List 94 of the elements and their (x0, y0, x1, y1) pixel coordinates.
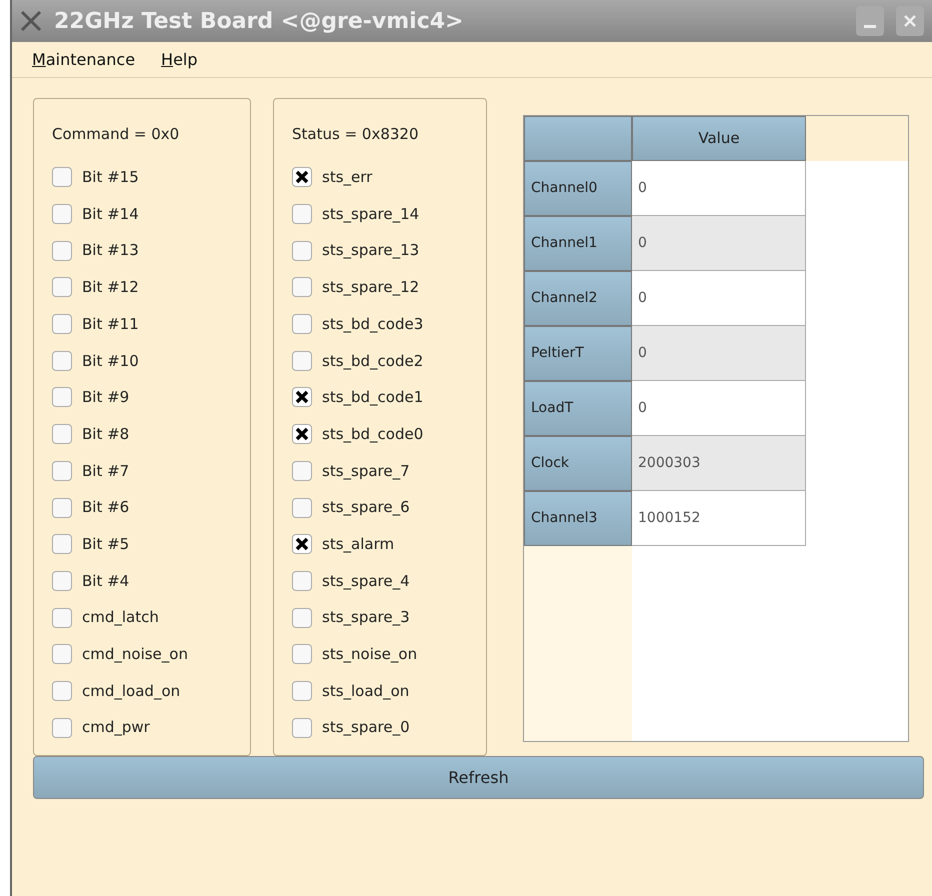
menu-item[interactable]: Help (161, 48, 198, 72)
checkbox[interactable] (52, 350, 72, 371)
table-cell: 0 (632, 271, 806, 326)
cross-mark-icon (295, 170, 309, 184)
checkbox-label: cmd_load_on (82, 680, 180, 702)
checkbox-label: Bit #5 (82, 534, 130, 555)
checkbox[interactable] (52, 534, 72, 554)
minimize-icon (864, 25, 876, 28)
checkbox-label: sts_err (322, 167, 372, 188)
checkbox-label: sts_bd_code3 (322, 314, 424, 335)
checkbox-label: cmd_latch (82, 607, 159, 628)
checkbox-label: sts_spare_14 (322, 204, 420, 225)
table-cell: 0 (632, 216, 806, 271)
close-icon (903, 14, 917, 28)
row-header: Channel3 (524, 491, 632, 546)
checkbox[interactable] (292, 460, 312, 481)
checkbox[interactable] (52, 204, 72, 224)
checkbox[interactable] (292, 680, 312, 701)
minimize-button[interactable] (856, 6, 884, 36)
checkbox[interactable] (52, 570, 72, 591)
checkbox[interactable] (292, 204, 312, 224)
row-header: Channel0 (524, 161, 632, 216)
checkbox-label: Bit #13 (82, 240, 139, 262)
checkbox-label: Bit #12 (82, 277, 139, 298)
checkbox-label: Bit #9 (82, 387, 130, 408)
close-button[interactable] (896, 6, 924, 36)
checkbox-label: Bit #15 (82, 167, 139, 188)
checkbox[interactable] (52, 314, 72, 334)
row-header: LoadT (524, 381, 632, 436)
checkbox-label: sts_noise_on (322, 644, 418, 666)
cross-mark-icon (295, 427, 309, 442)
checkbox[interactable] (292, 644, 312, 664)
checkbox-label: cmd_noise_on (82, 644, 188, 666)
row-header: Channel2 (524, 271, 632, 326)
checkbox[interactable] (292, 718, 312, 738)
panel-title: Command = 0x0 (52, 124, 180, 145)
table-cell: 2000303 (632, 436, 806, 491)
window-title: 22GHz Test Board <@gre-vmic4> (54, 8, 464, 36)
checkbox[interactable] (52, 718, 72, 738)
checkbox[interactable] (292, 498, 312, 518)
checkbox[interactable] (52, 167, 72, 188)
checkbox-label: Bit #6 (82, 497, 130, 518)
checkbox[interactable] (52, 680, 72, 701)
checkbox[interactable] (52, 498, 72, 518)
checkbox-label: sts_alarm (322, 534, 394, 555)
cross-mark-icon (295, 390, 309, 404)
panel-title: Status = 0x8320 (292, 124, 420, 145)
checkbox[interactable] (292, 534, 312, 554)
table-cell: 0 (632, 326, 806, 381)
checkbox-label: Bit #4 (82, 570, 130, 592)
checkbox[interactable] (292, 570, 312, 591)
checkbox-label: Bit #10 (82, 350, 139, 372)
row-header: Clock (524, 436, 632, 491)
refresh-button[interactable]: Refresh (33, 756, 924, 799)
checkbox[interactable] (52, 424, 72, 444)
table-cell: 0 (632, 381, 806, 436)
row-header: PeltierT (524, 326, 632, 381)
checkbox[interactable] (52, 387, 72, 408)
checkbox-label: sts_bd_code1 (322, 387, 424, 408)
checkbox-label: sts_bd_code2 (322, 350, 424, 372)
checkbox[interactable] (52, 644, 72, 664)
table-cell: 1000152 (632, 491, 806, 546)
menu-item[interactable]: Maintenance (32, 48, 136, 72)
checkbox-label: Bit #14 (82, 204, 139, 225)
checkbox[interactable] (52, 460, 72, 481)
checkbox-label: sts_spare_13 (322, 240, 420, 262)
checkbox-label: sts_spare_7 (322, 460, 410, 482)
cross-mark-icon (295, 537, 309, 552)
checkbox[interactable] (292, 167, 312, 188)
column-header[interactable]: Value (632, 116, 806, 161)
checkbox-label: sts_spare_0 (322, 717, 410, 738)
checkbox-label: Bit #8 (82, 424, 130, 445)
checkbox[interactable] (292, 608, 312, 628)
checkbox-label: Bit #7 (82, 460, 130, 482)
checkbox[interactable] (292, 350, 312, 371)
table-cell: 0 (632, 161, 806, 216)
checkbox[interactable] (292, 424, 312, 444)
checkbox-label: sts_spare_6 (322, 497, 410, 518)
checkbox-label: sts_spare_3 (322, 607, 410, 628)
checkbox-label: sts_spare_4 (322, 570, 410, 592)
checkbox-label: sts_spare_12 (322, 277, 420, 298)
checkbox-label: cmd_pwr (82, 717, 150, 738)
checkbox[interactable] (52, 240, 72, 261)
checkbox[interactable] (292, 240, 312, 261)
row-header: Channel1 (524, 216, 632, 271)
checkbox[interactable] (292, 277, 312, 298)
checkbox-label: Bit #11 (82, 314, 139, 335)
checkbox[interactable] (52, 608, 72, 628)
checkbox-label: sts_load_on (322, 680, 410, 702)
checkbox[interactable] (292, 387, 312, 408)
checkbox[interactable] (292, 314, 312, 334)
x-logo-icon (20, 10, 42, 32)
checkbox[interactable] (52, 277, 72, 298)
checkbox-label: sts_bd_code0 (322, 424, 424, 445)
